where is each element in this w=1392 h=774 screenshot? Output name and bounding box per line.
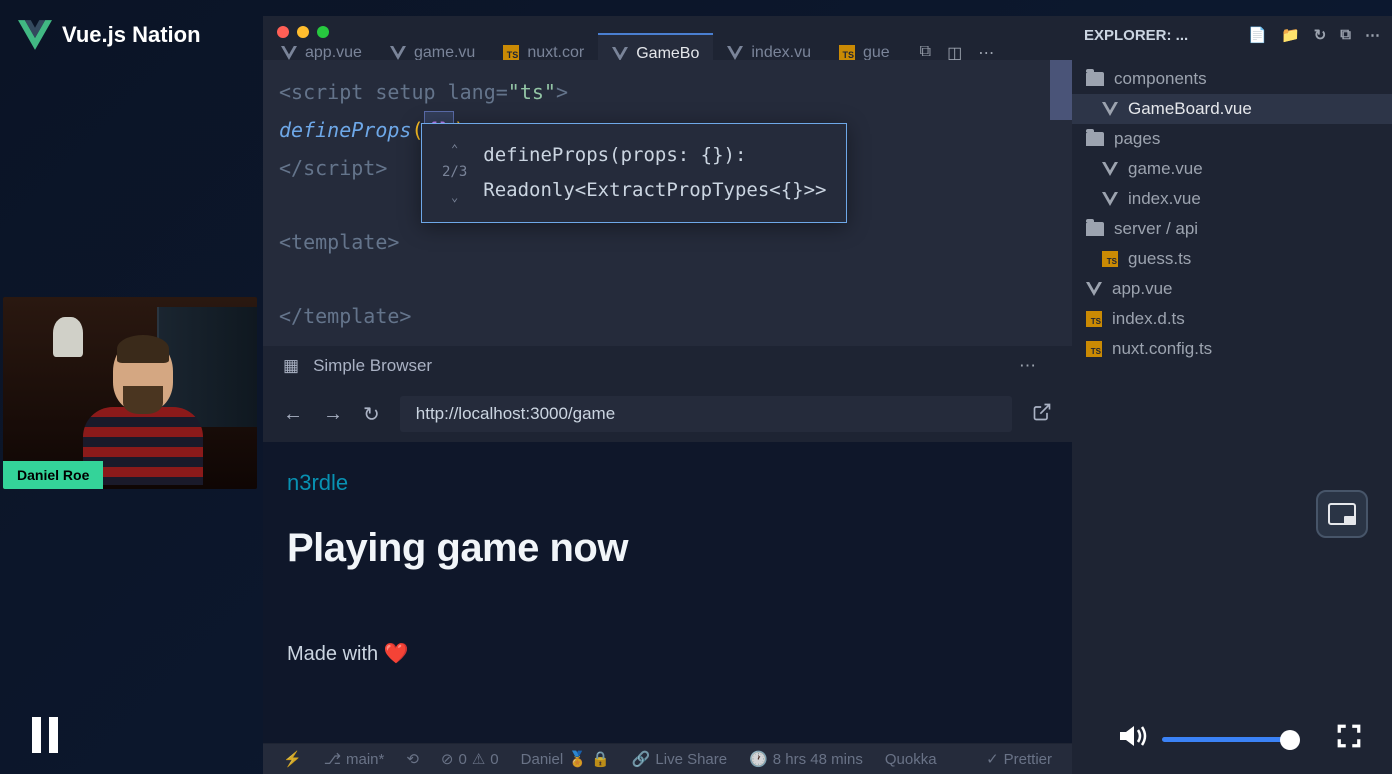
explorer-title: EXPLORER: ...	[1084, 27, 1188, 44]
folder-server-api[interactable]: server / api	[1072, 214, 1392, 244]
editor-tabs: app.vue game.vu TS nuxt.cor GameBo index…	[263, 16, 1072, 60]
vscode-window: app.vue game.vu TS nuxt.cor GameBo index…	[263, 16, 1392, 774]
collapse-icon[interactable]: ⧉	[1340, 26, 1351, 44]
volume-icon[interactable]	[1120, 724, 1148, 755]
signature-next-icon[interactable]: ⌄	[451, 186, 458, 208]
ts-file-icon: TS	[839, 45, 855, 61]
volume-slider[interactable]	[1162, 737, 1292, 742]
ts-file-icon: TS	[1102, 251, 1118, 267]
browser-viewport: n3rdle Playing game now Made with ❤️	[263, 442, 1072, 743]
vue-file-icon	[1102, 102, 1118, 116]
maximize-window-button[interactable]	[317, 26, 329, 38]
folder-icon	[1086, 222, 1104, 236]
minimize-window-button[interactable]	[297, 26, 309, 38]
fullscreen-button[interactable]	[1336, 723, 1362, 756]
vue-file-icon	[1102, 192, 1118, 206]
close-window-button[interactable]	[277, 26, 289, 38]
app-title: n3rdle	[287, 470, 1044, 496]
pause-button[interactable]	[30, 717, 60, 762]
pip-icon	[1328, 503, 1356, 525]
file-tree: components GameBoard.vue pages game.vue …	[1072, 60, 1392, 774]
file-index-vue[interactable]: index.vue	[1072, 184, 1392, 214]
file-guess-ts[interactable]: TS guess.ts	[1072, 244, 1392, 274]
code-editor[interactable]: <script setup lang="ts"> defineProps({})…	[263, 60, 1072, 346]
more-icon[interactable]: ⋯	[1365, 26, 1380, 44]
file-index-dts[interactable]: TS index.d.ts	[1072, 304, 1392, 334]
brand-text: Vue.js Nation	[62, 22, 201, 48]
vue-icon	[18, 20, 52, 50]
volume-thumb[interactable]	[1280, 730, 1300, 750]
webcam-feed: Daniel Roe	[3, 297, 257, 489]
vue-file-icon	[281, 46, 297, 60]
new-file-icon[interactable]: 📄	[1248, 26, 1267, 44]
url-input[interactable]: http://localhost:3000/game	[400, 396, 1012, 432]
explorer-panel: EXPLORER: ... 📄 📁 ↻ ⧉ ⋯	[1072, 16, 1392, 60]
file-nuxt-config[interactable]: TS nuxt.config.ts	[1072, 334, 1392, 364]
explorer-header: EXPLORER: ... 📄 📁 ↻ ⧉ ⋯	[1072, 16, 1392, 54]
new-folder-icon[interactable]: 📁	[1281, 26, 1300, 44]
browser-icon: ▦	[283, 356, 299, 376]
reload-button[interactable]: ↻	[363, 402, 380, 427]
file-gameboard-vue[interactable]: GameBoard.vue	[1072, 94, 1392, 124]
video-controls	[0, 704, 1392, 774]
refresh-icon[interactable]: ↻	[1314, 26, 1327, 44]
folder-pages[interactable]: pages	[1072, 124, 1392, 154]
vue-file-icon	[727, 46, 743, 60]
signature-counter: 2/3	[442, 160, 467, 186]
signature-help-tooltip: ⌃ 2/3 ⌄ defineProps(props: {}): Readonly…	[421, 123, 847, 223]
more-icon[interactable]: ⋯	[1005, 356, 1052, 376]
heart-icon: ❤️	[384, 643, 409, 665]
open-external-icon[interactable]	[1032, 402, 1052, 427]
window-controls	[277, 26, 329, 38]
vue-file-icon	[390, 46, 406, 60]
file-game-vue[interactable]: game.vue	[1072, 154, 1392, 184]
brand-logo: Vue.js Nation	[18, 20, 201, 50]
folder-icon	[1086, 132, 1104, 146]
browser-nav: ← → ↻ http://localhost:3000/game	[263, 386, 1072, 442]
pause-icon	[30, 717, 60, 753]
pip-button[interactable]	[1316, 490, 1368, 538]
minimap[interactable]	[1050, 60, 1072, 120]
ts-file-icon: TS	[503, 45, 519, 61]
folder-components[interactable]: components	[1072, 64, 1392, 94]
folder-icon	[1086, 72, 1104, 86]
simple-browser-tab[interactable]: ▦ Simple Browser ⋯	[263, 346, 1072, 386]
vue-file-icon	[1102, 162, 1118, 176]
ts-file-icon: TS	[1086, 341, 1102, 357]
signature-prev-icon[interactable]: ⌃	[451, 138, 458, 160]
back-button[interactable]: ←	[283, 403, 303, 426]
app-heading: Playing game now	[287, 526, 1044, 571]
speaker-name-tag: Daniel Roe	[3, 461, 103, 489]
vue-file-icon	[1086, 282, 1102, 296]
vue-file-icon	[612, 47, 628, 61]
forward-button[interactable]: →	[323, 403, 343, 426]
app-footer: Made with ❤️	[287, 641, 1044, 666]
file-app-vue[interactable]: app.vue	[1072, 274, 1392, 304]
ts-file-icon: TS	[1086, 311, 1102, 327]
